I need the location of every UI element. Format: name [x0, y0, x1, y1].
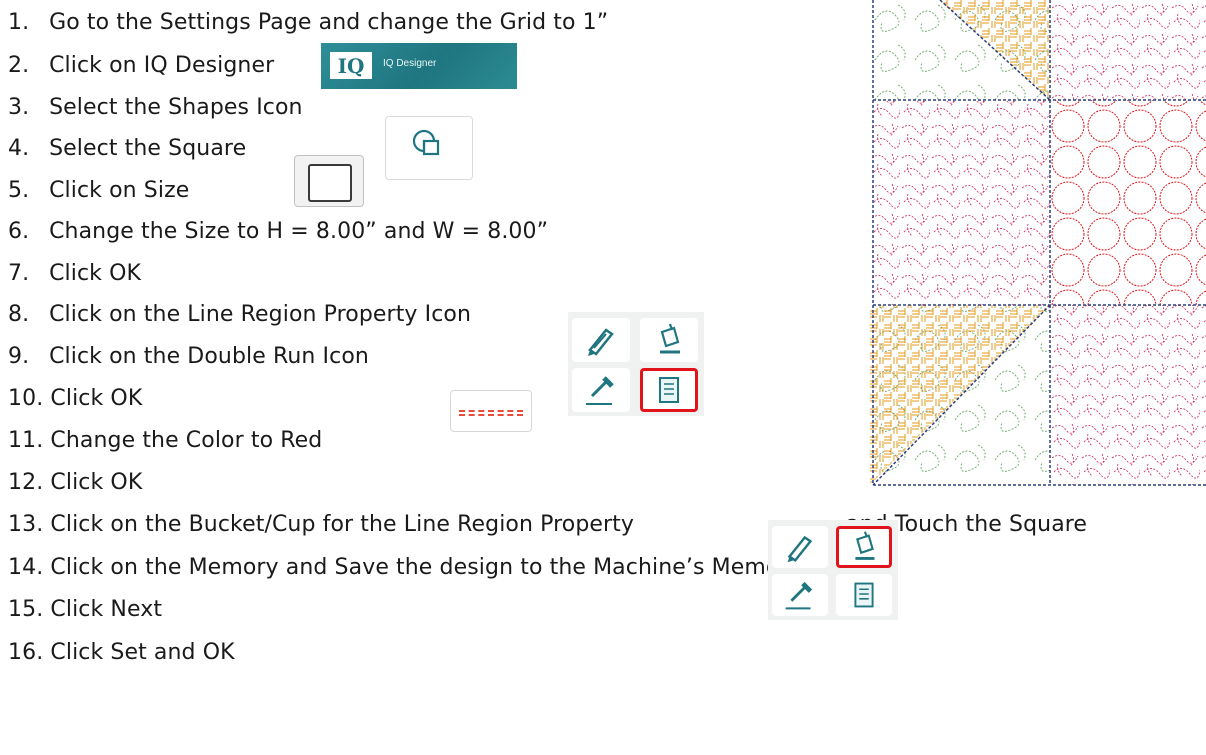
step-7: 7. Click OK	[8, 261, 141, 287]
step-text: Select the Shapes Icon	[49, 95, 303, 120]
step-2: 2. Click on IQ Designer	[8, 53, 274, 79]
step-text: Go to the Settings Page and change the G…	[49, 10, 609, 35]
double-run-icon-button-image	[450, 390, 532, 432]
step-11: 11. Change the Color to Red	[8, 428, 322, 454]
step-number: 3.	[8, 95, 30, 120]
step-text: Click on Size	[49, 178, 190, 203]
step-text: Select the Square	[49, 136, 247, 161]
line-property-icon	[854, 582, 874, 608]
step-number: 8.	[8, 302, 30, 327]
step-number: 7.	[8, 261, 30, 286]
quilt-design-image	[870, 0, 1206, 486]
pen-icon	[787, 535, 813, 563]
step-number: 10.	[8, 386, 44, 411]
eyedropper-cell	[572, 368, 630, 412]
step-text: Click OK	[49, 261, 142, 286]
eyedropper-cell	[772, 574, 828, 616]
square-icon	[308, 164, 352, 202]
bucket-cell-selected	[836, 526, 892, 568]
step-10: 10. Click OK	[8, 386, 142, 412]
step-number: 5.	[8, 178, 30, 203]
eyedropper-icon	[785, 581, 813, 610]
step-6: 6. Change the Size to H = 8.00” and W = …	[8, 219, 548, 245]
shapes-icon	[412, 129, 440, 156]
bucket-icon	[855, 531, 875, 560]
step-number: 6.	[8, 219, 30, 244]
line-property-icon	[659, 377, 679, 403]
step-number: 1.	[8, 10, 30, 35]
step-5: 5. Click on Size	[8, 178, 189, 204]
step-number: 16.	[8, 640, 44, 665]
line-property-cell	[836, 574, 892, 616]
step-16: 16. Click Set and OK	[8, 640, 235, 666]
step-number: 4.	[8, 136, 30, 161]
line-region-property-panel	[568, 312, 704, 416]
step-number: 15.	[8, 597, 44, 622]
step-1: 1. Go to the Settings Page and change th…	[8, 10, 608, 36]
step-text: Click on the Line Region Property Icon	[49, 302, 472, 327]
step-text: Click Set and OK	[50, 640, 235, 665]
step-12: 12. Click OK	[8, 470, 142, 496]
eyedropper-icon	[586, 376, 614, 405]
step-15: 15. Click Next	[8, 597, 162, 623]
line-region-property-panel-bucket	[768, 520, 898, 620]
step-number: 2.	[8, 53, 30, 78]
step-number: 12.	[8, 470, 44, 495]
step-text: Click OK	[50, 470, 143, 495]
step-13: 13. Click on the Bucket/Cup for the Line…	[8, 512, 634, 538]
step-text: Click on the Memory and Save the design …	[50, 555, 802, 580]
bucket-icon	[660, 323, 680, 354]
square-icon-button-image	[294, 155, 364, 207]
step-text: Click on the Double Run Icon	[49, 344, 369, 369]
step-text: Click OK	[50, 386, 143, 411]
step-text: Change the Size to H = 8.00” and W = 8.0…	[49, 219, 549, 244]
double-run-icon	[459, 410, 523, 412]
iq-designer-button-image: IQ IQ Designer	[321, 43, 517, 89]
step-text: Click on the Bucket/Cup for the Line Reg…	[50, 512, 635, 537]
step-text: Click Next	[50, 597, 163, 622]
step-text: Change the Color to Red	[50, 428, 323, 453]
iq-designer-label: IQ Designer	[383, 58, 437, 69]
step-number: 14.	[8, 555, 44, 580]
pen-icon	[588, 328, 614, 356]
pen-cell	[572, 318, 630, 362]
step-8: 8. Click on the Line Region Property Ico…	[8, 302, 471, 328]
step-4: 4. Select the Square	[8, 136, 246, 162]
step-3: 3. Select the Shapes Icon	[8, 95, 303, 121]
iq-logo: IQ	[330, 52, 372, 79]
line-property-cell-selected	[640, 368, 698, 412]
step-9: 9. Click on the Double Run Icon	[8, 344, 369, 370]
step-number: 11.	[8, 428, 44, 453]
pen-cell	[772, 526, 828, 568]
step-text: Click on IQ Designer	[49, 53, 275, 78]
bucket-cell	[640, 318, 698, 362]
shapes-icon-button-image	[385, 116, 473, 180]
step-number: 13.	[8, 512, 44, 537]
step-14: 14. Click on the Memory and Save the des…	[8, 555, 802, 581]
step-number: 9.	[8, 344, 30, 369]
